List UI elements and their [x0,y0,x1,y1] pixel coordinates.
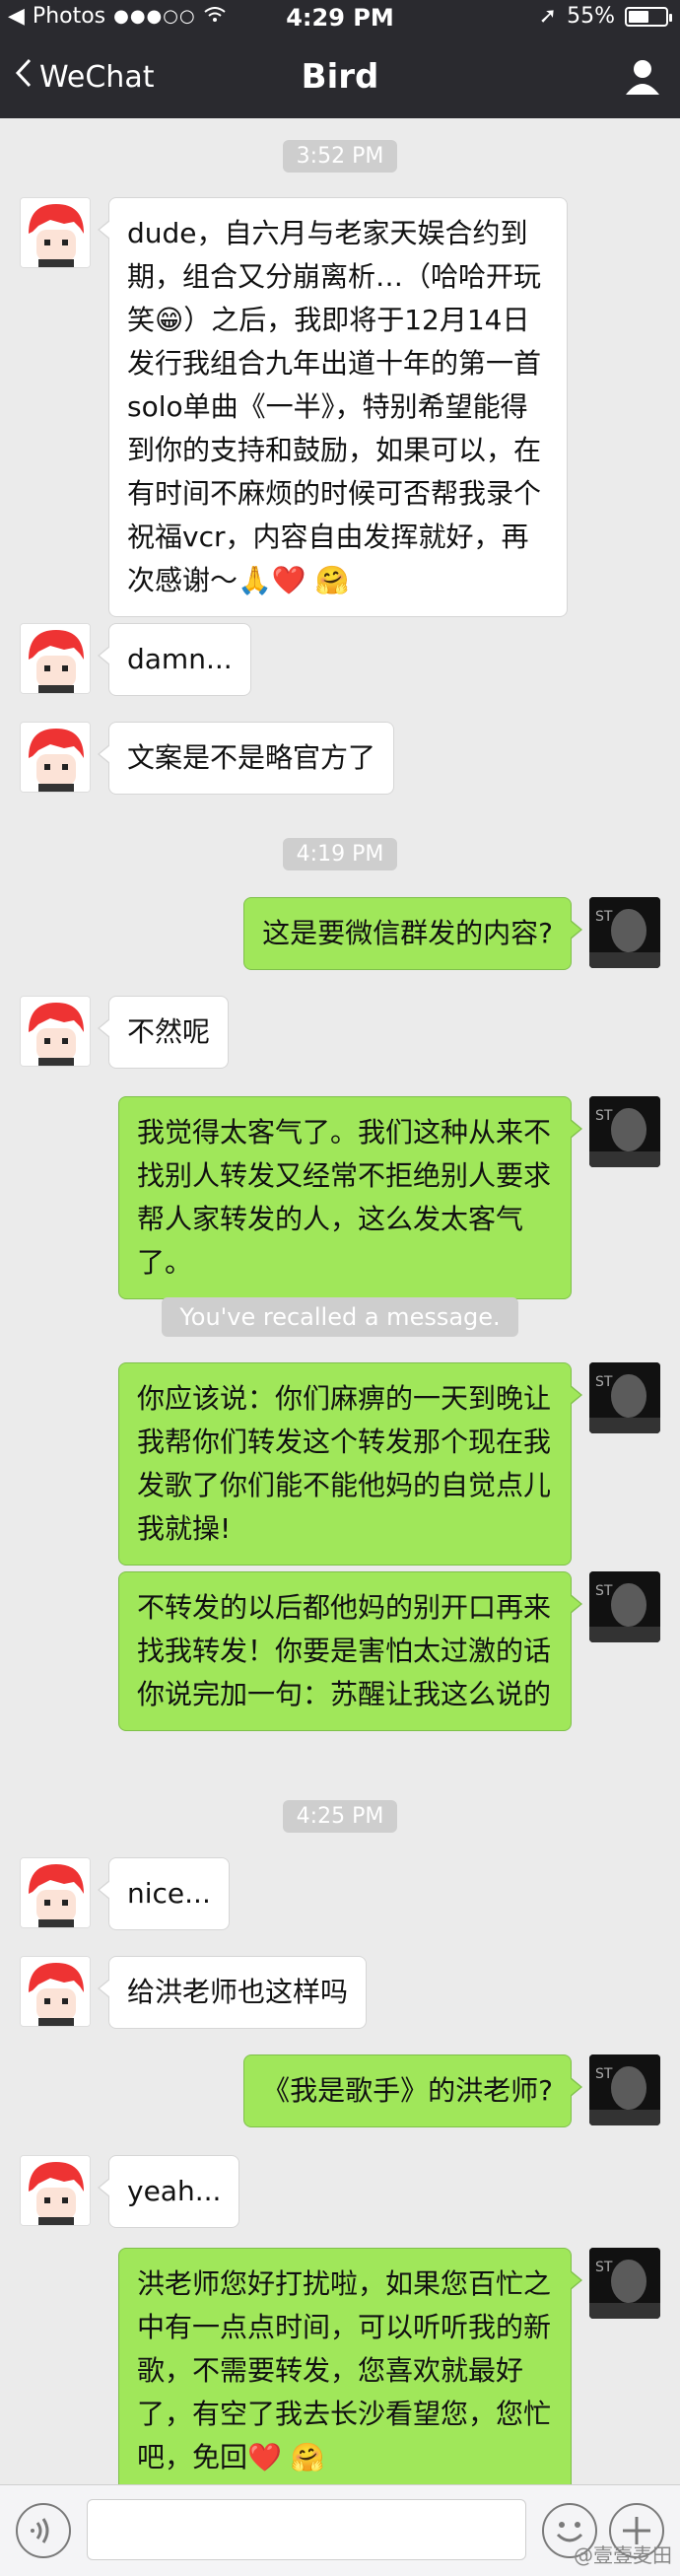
message-input[interactable] [87,2499,526,2560]
avatar-bird[interactable] [20,623,91,694]
message-bubble[interactable]: 给洪老师也这样吗 [97,1956,368,2029]
avatar-me[interactable]: ST [589,1096,660,1167]
message-bubble[interactable]: damn... [98,623,251,696]
watermark: @壹壹麦田 [574,2543,672,2567]
avatar-bird[interactable] [20,197,91,268]
svg-text:ST: ST [595,1374,613,1390]
message-bubble[interactable]: nice... [98,1857,230,1930]
battery-percent: 55% [567,4,615,29]
avatar-bird[interactable] [20,996,91,1067]
top-bar: ◀ Photos ●●●○○ 4:29 PM ➚ 55% WeChat Bird [0,0,680,118]
voice-icon[interactable] [16,2503,71,2558]
avatar-bird[interactable] [20,1956,91,2027]
status-bar: ◀ Photos ●●●○○ 4:29 PM ➚ 55% [0,0,680,39]
user-icon[interactable] [623,57,662,97]
timestamp: 4:19 PM [0,838,680,870]
svg-text:ST: ST [595,2260,613,2275]
nav-bar: WeChat Bird [0,39,680,118]
message-bubble[interactable]: yeah... [97,2155,240,2228]
svg-text:ST: ST [595,909,613,925]
system-notice: You've recalled a message. [0,1297,680,1337]
message-bubble[interactable]: 这是要微信群发的内容? [243,897,582,970]
avatar-me[interactable]: ST [589,1362,660,1433]
svg-text:ST: ST [595,2066,613,2082]
avatar-bird[interactable] [20,1857,91,1928]
chat-title: Bird [301,57,379,97]
message-bubble[interactable]: dude，自六月与老家天娱合约到期，组合又分崩离析…（哈哈开玩笑😁）之后，我即将… [98,197,568,617]
timestamp: 3:52 PM [0,140,680,173]
input-bar: @壹壹麦田 [0,2484,680,2576]
svg-text:ST: ST [595,1583,613,1599]
battery-icon [625,6,672,27]
avatar-me[interactable]: ST [589,1571,660,1642]
message-bubble[interactable]: 《我是歌手》的洪老师? [243,2054,582,2127]
location-icon: ➚ [538,4,558,29]
message-bubble[interactable]: 你应该说：你们麻痹的一天到晚让我帮你们转发这个转发那个现在我发歌了你们能不能他妈… [118,1362,582,1566]
message-bubble[interactable]: 不然呢 [97,996,230,1069]
avatar-bird[interactable] [20,2155,91,2226]
chat-area: 3:52 PM dude，自六月与老家天娱合约到期，组合又分崩离析…（哈哈开玩笑… [0,118,680,2494]
message-bubble[interactable]: 文案是不是略官方了 [97,722,395,795]
svg-text:ST: ST [595,1108,613,1124]
avatar-me[interactable]: ST [589,2248,660,2319]
message-bubble[interactable]: 不转发的以后都他妈的别开口再来找我转发！你要是害怕太过激的话你说完加一句：苏醒让… [118,1571,582,1731]
avatar-me[interactable]: ST [589,2054,660,2125]
avatar-bird[interactable] [20,722,91,793]
avatar-me[interactable]: ST [589,897,660,968]
message-bubble[interactable]: 我觉得太客气了。我们这种从来不找别人转发又经常不拒绝别人要求帮人家转发的人，这么… [118,1096,582,1299]
message-bubble[interactable]: 洪老师您好打扰啦，如果您百忙之中有一点点时间，可以听听我的新歌，不需要转发，您喜… [118,2248,582,2494]
timestamp: 4:25 PM [0,1800,680,1833]
